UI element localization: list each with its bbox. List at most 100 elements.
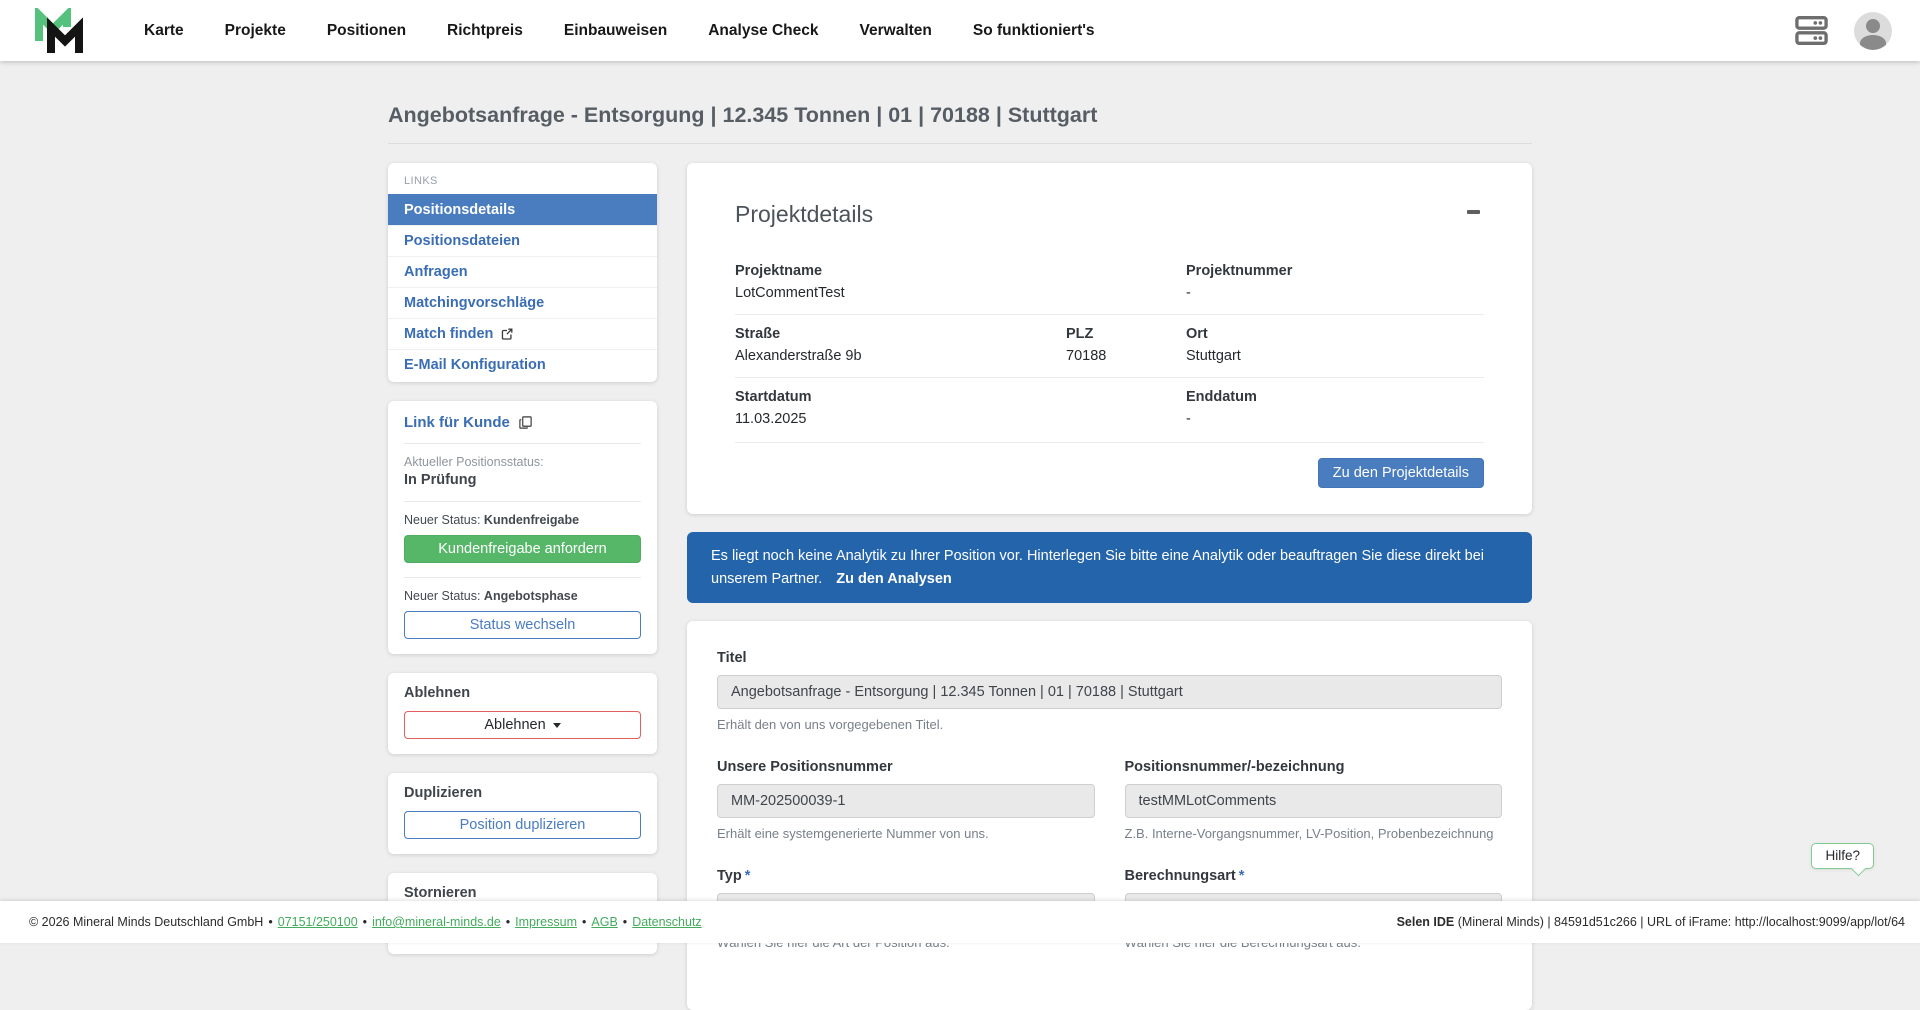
banner-text: Es liegt noch keine Analytik zu Ihrer Po… — [711, 548, 1484, 587]
bezeichnung-label: Positionsnummer/-bezeichnung — [1125, 759, 1503, 775]
titel-helper: Erhält den von uns vorgegebenen Titel. — [717, 717, 1502, 732]
sidebar-item-label: Match finden — [404, 326, 493, 342]
chevron-down-icon — [553, 723, 561, 728]
footer-separator: • — [623, 915, 627, 929]
project-row-1: Projektname LotCommentTest Projektnummer… — [735, 252, 1484, 314]
new-status-prefix: Neuer Status: — [404, 589, 480, 603]
ablehnen-card-title: Ablehnen — [404, 685, 641, 701]
sidebar-item-match-finden[interactable]: Match finden — [388, 318, 657, 349]
avatar-head — [1866, 19, 1880, 33]
enddatum-value: - — [1186, 411, 1484, 427]
nav-karte[interactable]: Karte — [144, 22, 184, 40]
nav-verwalten[interactable]: Verwalten — [860, 22, 932, 40]
copy-icon[interactable] — [518, 415, 533, 430]
zu-den-projektdetails-button[interactable]: Zu den Projektdetails — [1318, 458, 1484, 488]
logo-m-icon — [34, 8, 88, 54]
main-content: Projektdetails Projektname LotCommentTes… — [687, 163, 1532, 1010]
footer-separator: • — [506, 915, 510, 929]
strasse-value: Alexanderstraße 9b — [735, 348, 1066, 364]
sidebar-item-matchingvorschlaege[interactable]: Matchingvorschläge — [388, 287, 657, 318]
footer-impressum-link[interactable]: Impressum — [515, 915, 577, 929]
required-asterisk: * — [1239, 868, 1245, 884]
link-fuer-kunde[interactable]: Link für Kunde — [404, 414, 510, 431]
sidebar-item-anfragen[interactable]: Anfragen — [388, 256, 657, 287]
page-content: Angebotsanfrage - Entsorgung | 12.345 To… — [388, 61, 1532, 1010]
new-status-line-2: Neuer Status: Angebotsphase — [404, 589, 641, 603]
links-card-title: LINKS — [388, 163, 657, 194]
position-form-card: Titel Erhält den von uns vorgegebenen Ti… — [687, 621, 1532, 1010]
user-avatar-icon[interactable] — [1854, 12, 1892, 50]
current-status-value: In Prüfung — [404, 472, 641, 488]
footer-separator: • — [268, 915, 272, 929]
enddatum-label: Enddatum — [1186, 389, 1484, 405]
footer-left: © 2026 Mineral Minds Deutschland GmbH • … — [29, 915, 702, 929]
analytik-info-banner: Es liegt noch keine Analytik zu Ihrer Po… — [687, 532, 1532, 603]
page-title: Angebotsanfrage - Entsorgung | 12.345 To… — [388, 103, 1532, 128]
positionsnummer-label: Unsere Positionsnummer — [717, 759, 1095, 775]
bezeichnung-input[interactable] — [1125, 784, 1503, 818]
nav-projekte[interactable]: Projekte — [225, 22, 286, 40]
current-status-label: Aktueller Positionsstatus: — [404, 455, 641, 469]
nav-richtpreis[interactable]: Richtpreis — [447, 22, 523, 40]
server-icon[interactable] — [1793, 13, 1830, 48]
titel-label: Titel — [717, 650, 1502, 666]
minus-dash — [1467, 210, 1480, 214]
berechnungsart-label: Berechnungsart* — [1125, 868, 1503, 884]
status-wechseln-button[interactable]: Status wechseln — [404, 611, 641, 639]
footer-phone-link[interactable]: 07151/250100 — [278, 915, 358, 929]
startdatum-value: 11.03.2025 — [735, 411, 1186, 427]
avatar-body — [1860, 35, 1886, 50]
title-divider — [388, 143, 1532, 144]
duplizieren-card-title: Duplizieren — [404, 785, 641, 801]
positionsnummer-helper: Erhält eine systemgenerierte Nummer von … — [717, 826, 1095, 841]
sidebar-item-email-konfiguration[interactable]: E-Mail Konfiguration — [388, 349, 657, 380]
startdatum-label: Startdatum — [735, 389, 1186, 405]
required-asterisk: * — [745, 868, 751, 884]
footer-datenschutz-link[interactable]: Datenschutz — [632, 915, 701, 929]
hilfe-button[interactable]: Hilfe? — [1811, 843, 1874, 869]
divider — [404, 577, 641, 578]
status-card: Link für Kunde Aktueller Positionsstatus… — [388, 401, 657, 654]
stornieren-card-title: Stornieren — [404, 885, 641, 901]
new-status-prefix: Neuer Status: — [404, 513, 480, 527]
new-status-line-1: Neuer Status: Kundenfreigabe — [404, 513, 641, 527]
project-row-3: Startdatum 11.03.2025 Enddatum - — [735, 377, 1484, 440]
nav-analyse-check[interactable]: Analyse Check — [708, 22, 818, 40]
titel-input[interactable] — [717, 675, 1502, 709]
footer-email-link[interactable]: info@mineral-minds.de — [372, 915, 501, 929]
berechnungsart-label-text: Berechnungsart — [1125, 868, 1236, 884]
nav-einbauweisen[interactable]: Einbauweisen — [564, 22, 667, 40]
kundenfreigabe-anfordern-button[interactable]: Kundenfreigabe anfordern — [404, 535, 641, 563]
button-label: Ablehnen — [484, 717, 545, 733]
ablehnen-card: Ablehnen Ablehnen — [388, 673, 657, 754]
projektname-value: LotCommentTest — [735, 285, 1186, 301]
position-duplizieren-button[interactable]: Position duplizieren — [404, 811, 641, 839]
footer-ide-rest: (Mineral Minds) | 84591d51c266 | URL of … — [1454, 915, 1905, 929]
collapse-icon[interactable] — [1462, 201, 1484, 223]
main-nav: Karte Projekte Positionen Richtpreis Ein… — [144, 22, 1095, 40]
footer-copyright: © 2026 Mineral Minds Deutschland GmbH — [29, 915, 263, 929]
projektdetails-title: Projektdetails — [735, 201, 873, 228]
mineral-minds-logo[interactable] — [34, 8, 88, 54]
bezeichnung-helper: Z.B. Interne-Vorgangsnummer, LV-Position… — [1125, 826, 1503, 841]
footer: © 2026 Mineral Minds Deutschland GmbH • … — [0, 901, 1920, 943]
footer-separator: • — [582, 915, 586, 929]
sidebar: LINKS Positionsdetails Positionsdateien … — [388, 163, 657, 954]
nav-so-funktionierts[interactable]: So funktioniert's — [973, 22, 1095, 40]
sidebar-item-positionsdateien[interactable]: Positionsdateien — [388, 225, 657, 256]
footer-ide-name: Selen IDE — [1397, 915, 1455, 929]
positionsnummer-input[interactable] — [717, 784, 1095, 818]
new-status-name: Angebotsphase — [484, 589, 578, 603]
zu-den-analysen-link[interactable]: Zu den Analysen — [836, 571, 951, 587]
strasse-label: Straße — [735, 326, 1066, 342]
projektdetails-card: Projektdetails Projektname LotCommentTes… — [687, 163, 1532, 514]
ablehnen-dropdown-button[interactable]: Ablehnen — [404, 711, 641, 739]
footer-agb-link[interactable]: AGB — [591, 915, 617, 929]
plz-label: PLZ — [1066, 326, 1186, 342]
new-status-name: Kundenfreigabe — [484, 513, 579, 527]
links-card: LINKS Positionsdetails Positionsdateien … — [388, 163, 657, 382]
nav-positionen[interactable]: Positionen — [327, 22, 406, 40]
sidebar-item-positionsdetails[interactable]: Positionsdetails — [388, 194, 657, 225]
projektname-label: Projektname — [735, 263, 1186, 279]
projektnummer-value: - — [1186, 285, 1484, 301]
